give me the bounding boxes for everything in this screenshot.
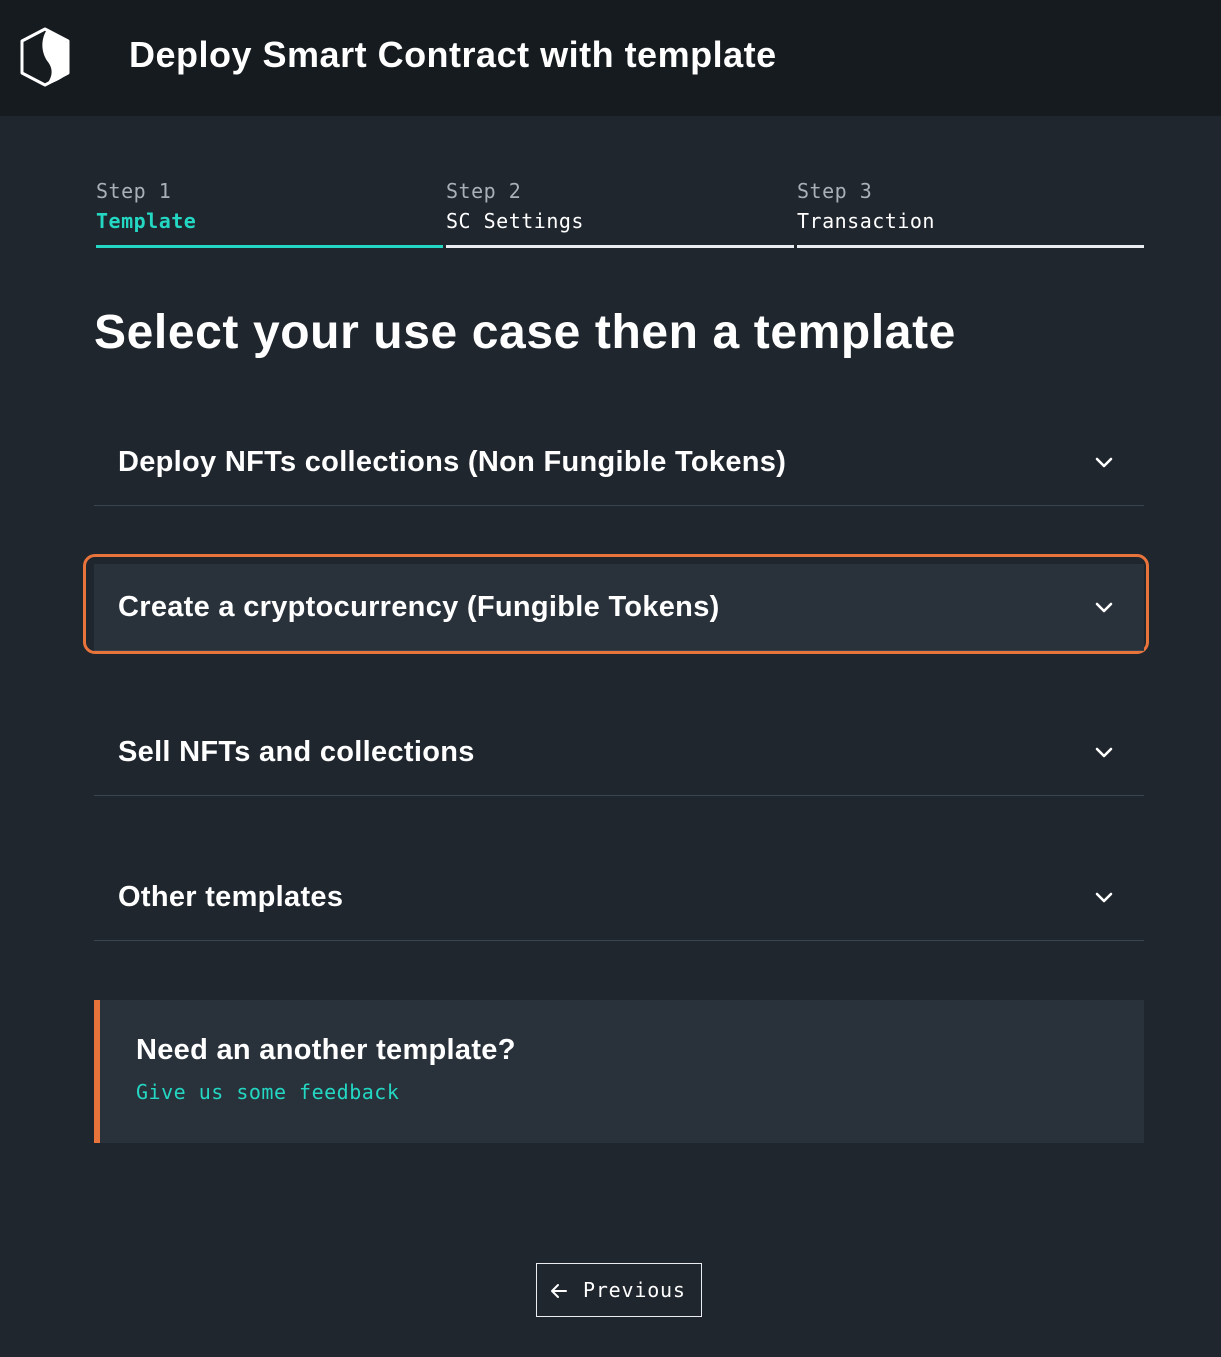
step-progress-bar xyxy=(96,245,443,248)
feedback-title: Need an another template? xyxy=(136,1034,516,1066)
chevron-down-icon xyxy=(1095,602,1113,613)
step-progress-bar xyxy=(446,245,794,248)
step-template[interactable]: Step 1 Template xyxy=(96,176,443,248)
step-label: Template xyxy=(96,209,197,233)
previous-label: Previous xyxy=(583,1278,686,1302)
use-case-label: Deploy NFTs collections (Non Fungible To… xyxy=(118,446,787,478)
chevron-down-icon xyxy=(1095,892,1113,903)
feedback-callout: Need an another template? Give us some f… xyxy=(94,1000,1144,1143)
step-label: SC Settings xyxy=(446,209,584,233)
chevron-down-icon xyxy=(1095,457,1113,468)
use-case-label: Other templates xyxy=(118,881,344,913)
previous-button[interactable]: Previous xyxy=(536,1263,702,1317)
step-number: Step 3 xyxy=(797,179,873,203)
app-title: Deploy Smart Contract with template xyxy=(129,34,777,75)
use-case-sell-nfts[interactable]: Sell NFTs and collections xyxy=(94,709,1144,796)
step-number: Step 1 xyxy=(96,179,172,203)
use-case-other-templates[interactable]: Other templates xyxy=(94,854,1144,941)
step-sc-settings[interactable]: Step 2 SC Settings xyxy=(446,176,794,248)
use-case-nft-collections[interactable]: Deploy NFTs collections (Non Fungible To… xyxy=(94,419,1144,506)
page-heading: Select your use case then a template xyxy=(94,306,956,359)
step-transaction[interactable]: Step 3 Transaction xyxy=(797,176,1144,248)
top-bar: Deploy Smart Contract with template xyxy=(0,0,1221,116)
stepper: Step 1 Template Step 2 SC Settings Step … xyxy=(96,176,1144,248)
use-case-cryptocurrency[interactable]: Create a cryptocurrency (Fungible Tokens… xyxy=(94,564,1144,651)
logo-icon xyxy=(20,27,70,87)
step-number: Step 2 xyxy=(446,179,522,203)
use-case-label: Create a cryptocurrency (Fungible Tokens… xyxy=(118,591,720,623)
feedback-link[interactable]: Give us some feedback xyxy=(136,1078,399,1106)
step-progress-bar xyxy=(797,245,1144,248)
arrow-left-icon xyxy=(551,1284,567,1298)
step-label: Transaction xyxy=(797,209,935,233)
chevron-down-icon xyxy=(1095,747,1113,758)
use-case-label: Sell NFTs and collections xyxy=(118,736,475,768)
